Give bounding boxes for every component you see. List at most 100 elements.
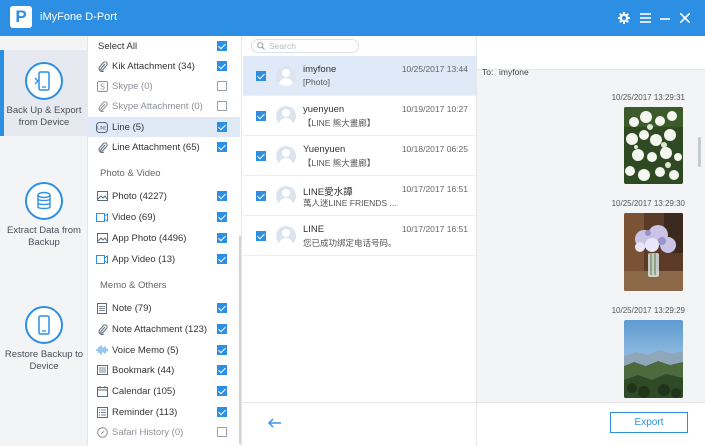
image-icon — [96, 190, 108, 202]
section-heading-photo-video: Photo & Video — [100, 168, 161, 179]
sidebar-item-extract[interactable]: Extract Data from Backup — [0, 182, 88, 262]
photo-mountain-landscape[interactable] — [624, 320, 683, 398]
message-checkbox[interactable] — [256, 151, 266, 161]
category-label: Photo (4227) — [112, 190, 167, 202]
compass-icon — [96, 426, 108, 438]
message-row[interactable]: LINE 您已成功绑定电话号码。 10/17/2017 16:51 — [243, 216, 476, 256]
category-item[interactable]: Voice Memo (5) — [88, 340, 240, 360]
back-arrow-icon[interactable] — [267, 415, 283, 431]
category-label: Skype Attachment (0) — [112, 100, 203, 112]
category-checkbox[interactable] — [217, 191, 227, 201]
photo-white-flowers[interactable] — [624, 107, 683, 184]
app-logo: P — [10, 6, 32, 28]
message-checkbox[interactable] — [256, 191, 266, 201]
category-item[interactable]: S Skype (0) — [88, 76, 240, 96]
avatar — [276, 66, 296, 86]
category-item[interactable]: App Video (13) — [88, 249, 240, 269]
settings-icon[interactable] — [615, 9, 633, 27]
search-icon — [257, 42, 265, 50]
message-sender: LINE愛水譚 — [303, 187, 353, 198]
database-icon — [25, 182, 63, 220]
message-preview: 【LINE 熊大畫廊】 — [303, 158, 376, 168]
svg-text:S: S — [99, 82, 104, 91]
message-sender: Yuenyuen — [303, 144, 346, 155]
category-checkbox[interactable] — [217, 365, 227, 375]
category-checkbox[interactable] — [217, 303, 227, 313]
photo-hydrangea-vase[interactable] — [624, 213, 683, 291]
minimize-icon[interactable] — [656, 9, 674, 27]
sidebar-item-backup-export[interactable]: Back Up & Export from Device — [0, 50, 88, 136]
category-label: Line Attachment (65) — [112, 141, 200, 153]
category-label: Bookmark (44) — [112, 364, 175, 376]
message-row[interactable]: Yuenyuen 【LINE 熊大畫廊】 10/18/2017 06:25 — [243, 136, 476, 176]
menu-icon[interactable] — [636, 9, 654, 27]
video-icon — [96, 253, 108, 265]
category-label: Note (79) — [112, 302, 152, 314]
category-scrollbar[interactable] — [239, 236, 241, 444]
category-item[interactable]: Photo (4227) — [88, 186, 240, 206]
message-list-panel: Search imyfone [Photo] 10/25/2017 13:44 … — [243, 36, 477, 446]
message-checkbox[interactable] — [256, 111, 266, 121]
phone-restore-icon — [25, 306, 63, 344]
category-item[interactable]: App Photo (4496) — [88, 228, 240, 248]
skype-icon: S — [96, 80, 108, 92]
category-item[interactable]: Note Attachment (123) — [88, 319, 240, 339]
category-item[interactable]: Video (69) — [88, 207, 240, 227]
avatar — [276, 186, 296, 206]
export-button[interactable]: Export — [610, 412, 688, 433]
category-item[interactable]: Note (79) — [88, 298, 240, 318]
category-checkbox[interactable] — [217, 254, 227, 264]
category-item[interactable]: Bookmark (44) — [88, 360, 240, 380]
message-row[interactable]: imyfone [Photo] 10/25/2017 13:44 — [243, 56, 476, 96]
select-all-label: Select All — [98, 40, 138, 52]
category-item[interactable]: Skype Attachment (0) — [88, 96, 240, 116]
category-label: Safari History (0) — [112, 426, 184, 438]
message-date: 10/17/2017 16:51 — [401, 224, 468, 234]
category-item[interactable]: Line Attachment (65) — [88, 137, 240, 157]
category-checkbox[interactable] — [217, 233, 227, 243]
message-row[interactable]: yuenyuen 【LINE 熊大畫廊】 10/19/2017 10:27 — [243, 96, 476, 136]
category-checkbox[interactable] — [217, 81, 227, 91]
conversation-scrollbar[interactable] — [698, 137, 701, 167]
category-label: Note Attachment (123) — [112, 323, 208, 335]
image-icon — [96, 232, 108, 244]
category-checkbox[interactable] — [217, 61, 227, 71]
category-checkbox[interactable] — [217, 407, 227, 417]
category-panel: Select All Kik Attachment (34) S Skype (… — [88, 36, 242, 446]
category-checkbox[interactable] — [217, 101, 227, 111]
sidebar-item-restore[interactable]: Restore Backup to Device — [0, 306, 88, 386]
bookmark-icon — [96, 364, 108, 376]
category-checkbox[interactable] — [217, 386, 227, 396]
category-label: App Video (13) — [112, 253, 176, 265]
category-checkbox[interactable] — [217, 212, 227, 222]
category-item[interactable]: Safari History (0) — [88, 422, 240, 442]
category-checkbox[interactable] — [217, 345, 227, 355]
category-checkbox[interactable] — [217, 122, 227, 132]
search-box[interactable]: Search — [251, 39, 359, 53]
category-item[interactable]: Calendar (105) — [88, 381, 240, 401]
message-checkbox[interactable] — [256, 231, 266, 241]
category-item[interactable]: Reminder (113) — [88, 402, 240, 422]
message-row[interactable]: LINE愛水譚 萬人迷LINE FRIENDS ... 10/17/2017 1… — [243, 176, 476, 216]
category-label: Skype (0) — [112, 80, 153, 92]
category-label: Calendar (105) — [112, 385, 176, 397]
title-bar: P iMyFone D-Port — [0, 0, 705, 36]
waveform-icon — [96, 344, 108, 356]
message-date: 10/19/2017 10:27 — [401, 104, 468, 114]
select-all-row[interactable]: Select All — [88, 36, 240, 56]
search-input[interactable]: Search — [269, 41, 296, 51]
select-all-checkbox[interactable] — [217, 41, 227, 51]
category-item-line[interactable]: LINE Line (5) — [88, 117, 240, 137]
message-checkbox[interactable] — [256, 71, 266, 81]
category-checkbox[interactable] — [217, 324, 227, 334]
category-item[interactable]: Kik Attachment (34) — [88, 56, 240, 76]
category-checkbox[interactable] — [217, 142, 227, 152]
category-checkbox[interactable] — [217, 427, 227, 437]
category-label: Line (5) — [112, 121, 145, 133]
category-label: Kik Attachment (34) — [112, 60, 195, 72]
message-timestamp: 10/25/2017 13:29:31 — [611, 93, 685, 102]
message-date: 10/17/2017 16:51 — [401, 184, 468, 194]
message-sender: LINE — [303, 224, 325, 235]
sidebar-item-label: Back Up & Export from Device — [6, 105, 82, 128]
close-icon[interactable] — [676, 9, 694, 27]
